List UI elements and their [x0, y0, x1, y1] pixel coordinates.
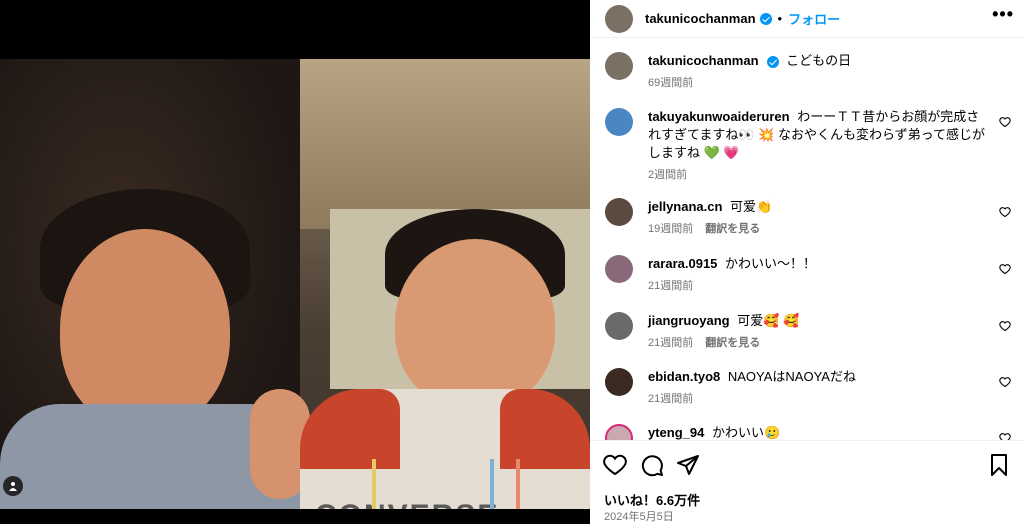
caption-time[interactable]: 69週間前: [648, 74, 693, 90]
comment-username[interactable]: jiangruoyang: [648, 313, 730, 328]
comment-username[interactable]: rarara.0915: [648, 256, 717, 271]
share-icon[interactable]: [676, 453, 700, 477]
child-left-face: [60, 229, 230, 429]
avatar[interactable]: [605, 198, 633, 226]
avatar[interactable]: [605, 52, 633, 80]
like-comment-heart-icon[interactable]: [999, 116, 1011, 128]
see-translation-link[interactable]: 翻訳を見る: [705, 220, 760, 236]
verified-badge-icon: [766, 55, 779, 68]
comment-time[interactable]: 19週間前: [648, 220, 693, 236]
post-photo[interactable]: CONVERSE: [0, 59, 590, 509]
post-media: CONVERSE: [0, 0, 590, 524]
comment-text: かわいい〜！！: [725, 256, 817, 271]
comment-text: NAOYAはNAOYAだね: [727, 369, 856, 384]
post-panel: takunicochanman • フォロー ••• takunicochanm…: [590, 0, 1024, 524]
user-tag-icon[interactable]: [3, 476, 23, 496]
comment-text: 可爱👏: [730, 199, 773, 214]
list-item: takuyakunwoaideruren わーーＴＴ昔からお顔が完成されすぎてま…: [605, 108, 1015, 182]
header-separator: •: [777, 11, 783, 26]
caption-text: こどもの日: [786, 53, 852, 68]
comment-time[interactable]: 2週間前: [648, 166, 687, 182]
comment-username[interactable]: yteng_94: [648, 425, 704, 440]
like-comment-heart-icon[interactable]: [999, 376, 1011, 388]
comment-text: かわいい🥲: [712, 425, 781, 440]
comment-username[interactable]: ebidan.tyo8: [648, 369, 720, 384]
avatar[interactable]: [605, 312, 633, 340]
comment-username[interactable]: jellynana.cn: [648, 199, 722, 214]
like-comment-heart-icon[interactable]: [999, 206, 1011, 218]
candle: [372, 459, 376, 509]
like-comment-heart-icon[interactable]: [999, 263, 1011, 275]
comment-time[interactable]: 21週間前: [648, 334, 693, 350]
verified-badge-icon: [759, 12, 772, 25]
post-actions: いいね！6.6万件 2024年5月5日: [590, 440, 1024, 524]
avatar[interactable]: [605, 255, 633, 283]
like-comment-heart-icon[interactable]: [999, 432, 1011, 440]
avatar[interactable]: [605, 108, 633, 136]
like-count[interactable]: いいね！6.6万件: [604, 490, 700, 509]
avatar[interactable]: [605, 424, 633, 440]
shirt-print: CONVERSE: [315, 499, 499, 509]
child-right-face: [395, 239, 555, 409]
see-translation-link[interactable]: 翻訳を見る: [705, 334, 760, 350]
candle: [490, 459, 494, 509]
list-item: rarara.0915 かわいい〜！！ 21週間前: [605, 255, 1015, 293]
post-header: takunicochanman • フォロー •••: [590, 0, 1024, 38]
comments-list[interactable]: takunicochanman こどもの日 69週間前 takuyakunwoa…: [590, 38, 1024, 440]
follow-button[interactable]: フォロー: [788, 9, 840, 28]
list-item: yteng_94 かわいい🥲: [605, 424, 1015, 440]
list-item: jiangruoyang 可爱🥰 🥰 21週間前 翻訳を見る: [605, 312, 1015, 350]
header-username[interactable]: takunicochanman: [645, 11, 756, 26]
child-right-sleeve-left: [300, 389, 400, 469]
comment-icon[interactable]: [640, 453, 664, 477]
avatar[interactable]: [605, 4, 633, 33]
post-date: 2024年5月5日: [604, 511, 674, 523]
child-right-sleeve-right: [500, 389, 590, 469]
list-item: jellynana.cn 可爱👏 19週間前 翻訳を見る: [605, 198, 1015, 236]
comment-text: 可爱🥰 🥰: [737, 313, 800, 328]
bookmark-icon[interactable]: [987, 453, 1011, 477]
photo-shelf: [300, 59, 590, 229]
avatar[interactable]: [605, 368, 633, 396]
candle: [516, 459, 520, 509]
more-options-icon[interactable]: •••: [992, 4, 1014, 25]
like-comment-heart-icon[interactable]: [999, 320, 1011, 332]
list-item: ebidan.tyo8 NAOYAはNAOYAだね 21週間前: [605, 368, 1015, 406]
heart-icon[interactable]: [603, 453, 627, 477]
comment-time[interactable]: 21週間前: [648, 277, 693, 293]
caption-username[interactable]: takunicochanman: [648, 53, 759, 68]
caption: takunicochanman こどもの日 69週間前: [605, 52, 1015, 90]
comment-username[interactable]: takuyakunwoaideruren: [648, 109, 790, 124]
comment-time[interactable]: 21週間前: [648, 390, 693, 406]
